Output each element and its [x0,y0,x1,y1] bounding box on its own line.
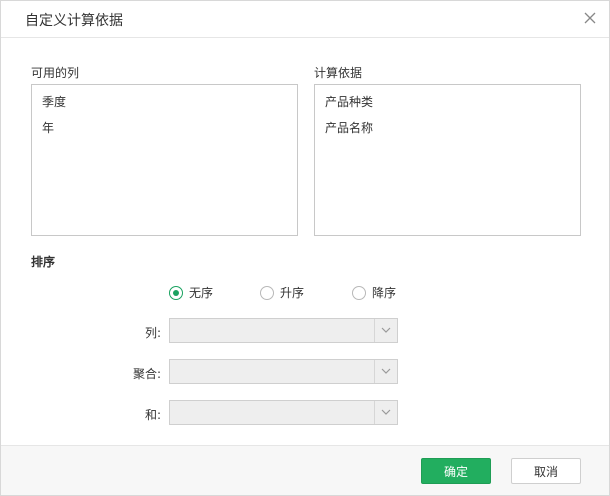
available-columns-list[interactable]: 季度 年 [31,84,298,236]
list-item[interactable]: 产品种类 [325,93,373,110]
select-divider [374,401,375,424]
sum-field-label: 和: [144,408,161,422]
radio-label: 升序 [280,286,305,300]
cancel-button[interactable]: 取消 [511,458,581,484]
radio-label: 无序 [189,286,214,300]
custom-calc-basis-dialog: 自定义计算依据 可用的列 季度 年 计算依据 产品种类 产品名称 排序 无序 升… [0,0,610,496]
available-columns-label: 可用的列 [31,66,80,80]
radio-label: 降序 [372,286,397,300]
radio-circle [169,285,183,300]
dialog-titlebar: 自定义计算依据 [1,1,609,38]
select-divider [374,319,375,342]
list-item[interactable]: 年 [42,119,54,136]
calc-basis-label: 计算依据 [314,66,363,80]
chevron-down-icon [381,327,391,333]
close-icon[interactable] [581,9,599,27]
radio-unordered[interactable]: 无序 [169,284,213,301]
radio-ascending[interactable]: 升序 [260,284,304,301]
aggregate-field-label: 聚合: [132,367,161,381]
column-field-label: 列: [144,326,161,340]
column-select[interactable] [169,318,398,343]
chevron-down-icon [381,368,391,374]
radio-circle [260,285,274,300]
sort-label: 排序 [31,255,56,269]
radio-circle [352,285,366,300]
select-divider [374,360,375,383]
chevron-down-icon [381,409,391,415]
dialog-title: 自定义计算依据 [25,13,123,29]
aggregate-select[interactable] [169,359,398,384]
dialog-footer: 确定 取消 [1,445,609,495]
list-item[interactable]: 产品名称 [325,119,373,136]
radio-descending[interactable]: 降序 [352,284,396,301]
sum-select[interactable] [169,400,398,425]
ok-button[interactable]: 确定 [421,458,491,484]
list-item[interactable]: 季度 [42,93,66,110]
calc-basis-list[interactable]: 产品种类 产品名称 [314,84,581,236]
